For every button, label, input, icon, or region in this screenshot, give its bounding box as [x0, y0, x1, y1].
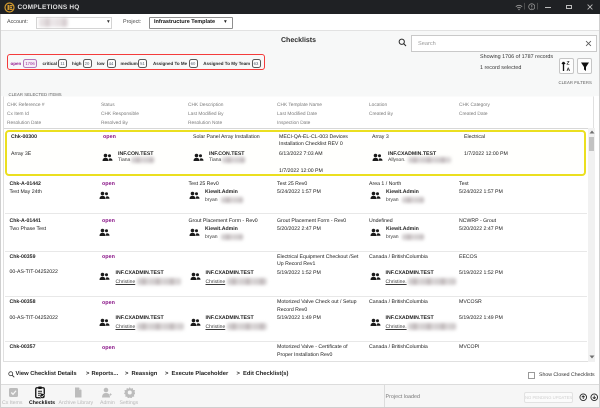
svg-text:A: A — [567, 67, 571, 73]
svg-text:Z: Z — [567, 61, 570, 67]
